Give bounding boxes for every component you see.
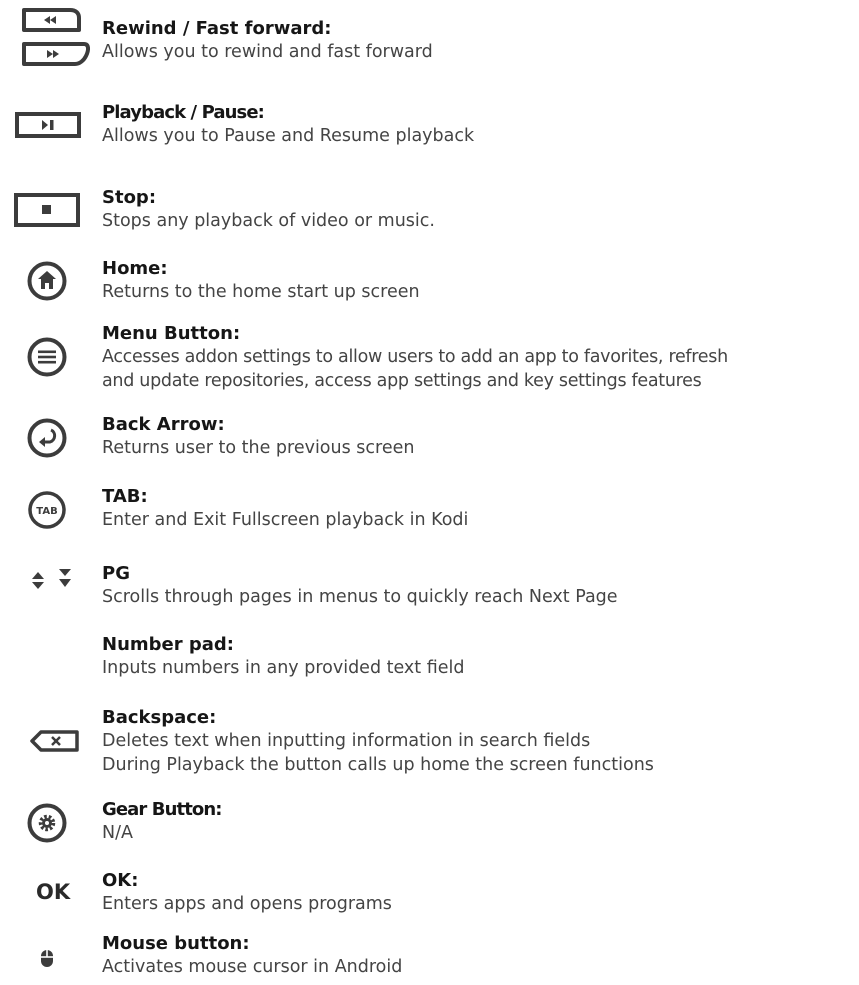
menu-button-desc-line-1: Accesses addon settings to allow users t… (102, 347, 728, 367)
mouse-button-desc: Activates mouse cursor in Android (102, 957, 403, 977)
tab-title: TAB: (102, 486, 148, 507)
menu-button-title: Menu Button: (102, 323, 241, 344)
svg-text:TAB: TAB (36, 506, 57, 517)
gear-button-desc: N/A (102, 823, 133, 843)
tab-desc: Enter and Exit Fullscreen playback in Ko… (102, 510, 469, 530)
gear-button-title: Gear Button: (102, 799, 223, 820)
pg-title: PG (102, 563, 130, 584)
backspace-title: Backspace: (102, 707, 217, 728)
backspace-desc-line-2: During Playback the button calls up home… (102, 755, 654, 775)
rewind-fast-forward-title: Rewind / Fast forward: (102, 18, 332, 39)
playback-pause-title: Playback / Pause: (102, 102, 265, 123)
stop-desc: Stops any playback of video or music. (102, 211, 435, 231)
home-desc: Returns to the home start up screen (102, 282, 420, 302)
mouse-button-title: Mouse button: (102, 933, 250, 954)
pg-desc: Scrolls through pages in menus to quickl… (102, 587, 618, 607)
back-arrow-desc: Returns user to the previous screen (102, 438, 415, 458)
menu-button-desc-line-2: and update repositories, access app sett… (102, 371, 702, 391)
ok-title: OK: (102, 870, 139, 891)
playback-pause-desc: Allows you to Pause and Resume playback (102, 126, 475, 146)
ok-desc: Enters apps and opens programs (102, 894, 392, 914)
number-pad-desc: Inputs numbers in any provided text fiel… (102, 658, 465, 678)
stop-title: Stop: (102, 187, 157, 208)
home-title: Home: (102, 258, 168, 279)
number-pad-title: Number pad: (102, 634, 234, 655)
backspace-desc-line-1: Deletes text when inputting information … (102, 731, 591, 751)
rewind-fast-forward-desc: Allows you to rewind and fast forward (102, 42, 433, 62)
back-arrow-title: Back Arrow: (102, 414, 225, 435)
